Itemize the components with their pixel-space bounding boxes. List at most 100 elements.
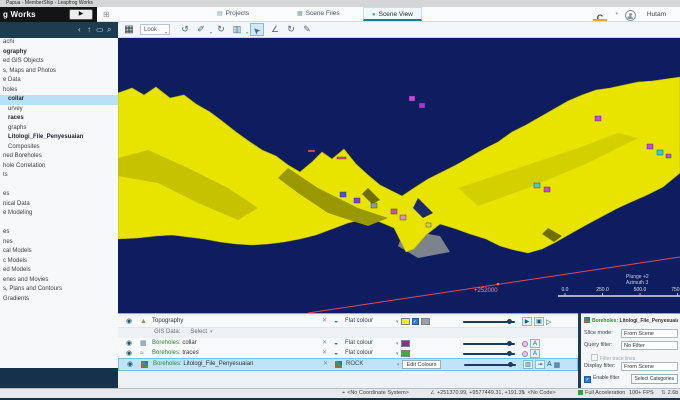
back-icon[interactable]: ‹ (78, 25, 81, 34)
tab-label: Scene Files (305, 10, 340, 17)
tab-scene-files[interactable]: ▦ Scene Files (289, 7, 348, 21)
slideshow-button[interactable]: ▣ (534, 317, 544, 326)
edit-colours-button[interactable]: Edit Colours (401, 360, 442, 369)
opacity-slider[interactable] (463, 341, 515, 346)
colour-swatch[interactable] (420, 318, 430, 325)
tree-item-enes-and-movies[interactable]: enes and Movies (0, 276, 118, 286)
colour-swatch[interactable] (400, 340, 410, 347)
chevron-down-icon[interactable]: ▾ (396, 351, 399, 357)
disc-badge-icon[interactable] (522, 350, 528, 357)
label-button[interactable]: A (547, 361, 552, 368)
colour-swatch[interactable] (400, 318, 410, 325)
close-icon[interactable]: ✕ (323, 359, 328, 370)
user-name[interactable]: Hutam (647, 11, 666, 18)
tree-item-s-plans-and-contours[interactable]: s, Plans and Contours (0, 285, 118, 295)
shading-mode-label[interactable]: ROCK (346, 359, 363, 370)
tree-item-composites[interactable]: Composites (0, 143, 118, 153)
layer-checkbox[interactable]: ✓ (411, 318, 419, 325)
up-icon[interactable]: ↑ (87, 25, 91, 34)
draw-tool-icon[interactable]: ✐ ▾ (194, 23, 212, 36)
expand-icon[interactable]: ▭ (96, 25, 104, 34)
tree-item-nes[interactable]: nes (0, 238, 118, 248)
tree-item[interactable] (0, 181, 118, 191)
acceleration-status[interactable]: Full Acceleration (578, 389, 625, 398)
user-avatar-icon[interactable] (625, 10, 636, 21)
property-dropdown[interactable]: From Scene (621, 361, 678, 371)
slicer-tool-icon[interactable]: ▥ ▾ (230, 23, 248, 36)
tree-item-litologi-file-penyesuaian[interactable]: Litologi_File_Penyesuaian (0, 133, 118, 143)
visibility-eye-icon[interactable]: ◉ (126, 317, 132, 325)
tree-item-gradients[interactable]: Gradients (0, 295, 118, 305)
tree-item-es[interactable]: es (0, 228, 118, 238)
visibility-eye-icon[interactable]: ◉ (127, 360, 133, 368)
opacity-slider-knob[interactable] (508, 362, 513, 367)
enable-filter-checkbox[interactable]: ✓ (584, 375, 591, 383)
shading-mode-label[interactable]: Flat colour (345, 316, 373, 327)
opacity-slider[interactable] (464, 362, 516, 367)
opacity-slider-knob[interactable] (507, 341, 512, 346)
coordinate-system-status[interactable]: ⌖ <No Coordinate System> (342, 389, 409, 398)
gis-data-select[interactable]: Select (190, 329, 207, 335)
tree-item-s-maps-and-photos[interactable]: s, Maps and Photos (0, 67, 118, 77)
measure-tool-icon[interactable]: ∠ (268, 23, 282, 36)
tree-item-ography[interactable]: ography (0, 48, 118, 58)
tab-projects[interactable]: ▤ Projects (209, 7, 257, 21)
panel-toggle-icon[interactable]: ⊞ (103, 10, 110, 19)
layer-label: Topography (152, 316, 183, 327)
opacity-slider-knob[interactable] (507, 319, 512, 324)
play-button[interactable]: ▶ (522, 317, 532, 326)
colour-swatch[interactable] (400, 350, 410, 357)
orbit-tool-icon[interactable]: ↺ (178, 23, 192, 36)
layer-row-litologi[interactable]: ◉ Boreholes: Litologi_File_Penyesuaian ✕ RO… (118, 358, 578, 371)
opacity-slider[interactable] (463, 319, 515, 324)
disc-badge-icon[interactable] (522, 340, 528, 347)
select-tool-icon[interactable]: ➤ (250, 23, 264, 37)
chevron-down-icon[interactable]: ▾ (396, 319, 399, 325)
close-icon[interactable]: ✕ (322, 316, 327, 327)
label-button[interactable]: A (530, 339, 540, 348)
chevron-down-icon[interactable]: ▾ (396, 341, 399, 347)
tree-item-races[interactable]: races (0, 114, 118, 124)
tree-item-e-modeling[interactable]: e Modeling (0, 209, 118, 219)
legend-button[interactable]: ▥ (523, 360, 533, 369)
chevron-down-icon[interactable]: ▾ (615, 11, 618, 17)
tree-item-graphs[interactable]: graphs (0, 124, 118, 134)
tree-item-ed-gis-objects[interactable]: ed GIS Objects (0, 57, 118, 67)
tree-item-ts[interactable]: ts (0, 171, 118, 181)
record-button[interactable]: ▶ (69, 9, 93, 20)
select-categories-button[interactable]: Select Categories (630, 373, 678, 384)
play-outline-button[interactable]: ▷ (546, 318, 551, 326)
opacity-slider[interactable] (463, 351, 515, 356)
visibility-eye-icon[interactable]: ◉ (126, 339, 132, 347)
tab-scene-view[interactable]: ● Scene View (363, 7, 422, 21)
tree-item-c-models[interactable]: c Models (0, 257, 118, 267)
tree-item-hole-correlation[interactable]: hole Correlation (0, 162, 118, 172)
sync-tool-icon[interactable]: ↻ (284, 23, 298, 36)
tree-item-collar[interactable]: collar (0, 95, 118, 105)
annotate-tool-icon[interactable]: ✎ (300, 23, 314, 36)
visibility-eye-icon[interactable]: ◉ (126, 349, 132, 357)
tree-item-urvey[interactable]: urvey (0, 105, 118, 115)
scene-viewport[interactable]: +252000 0.0 250.0 500.0 750.0 Plunge +2 Azi… (118, 38, 680, 313)
tree-item-ned-boreholes[interactable]: ned Boreholes (0, 152, 118, 162)
tree-item-holes[interactable]: holes (0, 86, 118, 96)
property-dropdown[interactable]: From Scene (621, 328, 678, 338)
opacity-slider-knob[interactable] (507, 351, 512, 356)
label-button[interactable]: A (530, 349, 540, 358)
look-mode-select[interactable]: Look ▾ (140, 24, 170, 35)
chevron-down-icon[interactable]: ▾ (210, 329, 213, 335)
tree-item-e-data[interactable]: e Data (0, 76, 118, 86)
property-dropdown[interactable]: No Filter (621, 340, 678, 350)
fit-button[interactable]: ⇥ (535, 360, 545, 369)
code-status[interactable]: ✎ <No Code> (521, 389, 556, 398)
tree-item-ed-models[interactable]: ed Models (0, 266, 118, 276)
tree-item-nical-data[interactable]: nical Data (0, 200, 118, 210)
table-button[interactable]: ▦ (554, 361, 561, 369)
chevron-down-icon[interactable]: ▾ (397, 362, 400, 368)
refresh-tool-icon[interactable]: ↻ (214, 23, 228, 36)
tree-item-cal-models[interactable]: cal Models (0, 247, 118, 257)
tree-item-achi[interactable]: achi (0, 38, 118, 48)
search-icon[interactable]: ⌕ (107, 25, 111, 35)
tree-item[interactable] (0, 219, 118, 229)
tree-item-es[interactable]: es (0, 190, 118, 200)
